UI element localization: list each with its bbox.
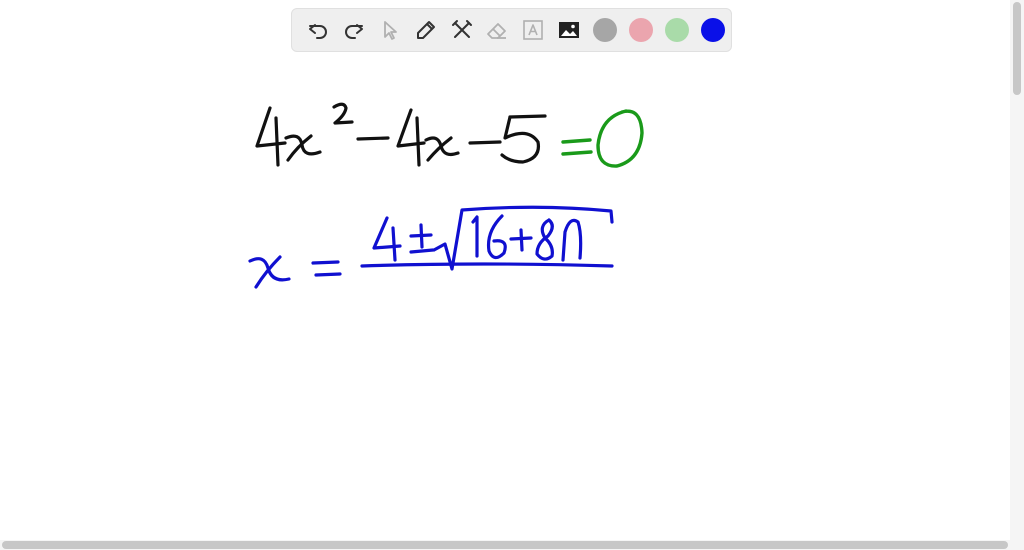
pen-icon	[416, 21, 435, 39]
pen-tool-button[interactable]	[408, 12, 444, 48]
stroke-beq2	[314, 272, 342, 277]
tools-icon	[451, 20, 472, 38]
handwriting-green	[561, 109, 644, 168]
stroke-eq1	[561, 138, 592, 144]
color-swatch-light-green[interactable]	[665, 18, 690, 42]
stroke-b4b	[391, 226, 397, 262]
text-icon	[523, 20, 544, 40]
drawing-toolbar	[291, 8, 732, 52]
stroke-5b	[500, 115, 541, 164]
stroke-eq2	[561, 150, 593, 156]
color-swatch-blue[interactable]	[701, 18, 725, 42]
vertical-scrollbar[interactable]	[1010, 0, 1024, 540]
stroke-b1	[471, 215, 479, 258]
stroke-pm3	[409, 248, 435, 254]
stroke-pm2	[419, 223, 424, 249]
eraser-tool-button[interactable]	[480, 12, 516, 48]
stroke-bx2	[254, 255, 282, 289]
stroke-b0	[561, 218, 583, 262]
stroke-b8	[535, 218, 554, 261]
stroke-beq1	[311, 260, 340, 265]
stroke-4c	[396, 108, 426, 148]
pointer-icon	[383, 21, 397, 40]
drawing-canvas[interactable]	[0, 0, 1010, 540]
handwriting-blue	[248, 205, 614, 289]
redo-button[interactable]	[336, 12, 372, 48]
stroke-bplus2	[519, 228, 524, 252]
undo-button[interactable]	[300, 12, 336, 48]
stroke-minus2	[468, 140, 502, 145]
eraser-icon	[487, 23, 507, 39]
color-swatch-gray[interactable]	[593, 18, 618, 42]
handwriting-black	[255, 102, 547, 167]
text-tool-button[interactable]	[515, 12, 551, 48]
tools-button[interactable]	[444, 12, 480, 48]
stroke-minus	[356, 136, 390, 141]
stroke-fraction	[360, 262, 614, 268]
vertical-scroll-thumb[interactable]	[1013, 2, 1021, 95]
undo-icon	[308, 24, 327, 39]
select-tool-button[interactable]	[372, 12, 408, 48]
horizontal-scrollbar[interactable]	[0, 540, 1024, 550]
stroke-4d	[415, 116, 421, 167]
stroke-zero	[596, 109, 644, 168]
image-tool-button[interactable]	[551, 12, 587, 48]
stroke-4b	[274, 116, 280, 167]
stroke-b4	[372, 216, 402, 250]
stroke-4	[255, 106, 287, 148]
horizontal-scroll-thumb[interactable]	[2, 541, 1008, 549]
stroke-5	[508, 114, 547, 119]
image-icon	[559, 22, 580, 38]
color-swatch-pink[interactable]	[629, 18, 654, 42]
redo-icon	[344, 24, 363, 39]
stroke-2	[332, 102, 354, 125]
stroke-b6	[486, 214, 507, 260]
